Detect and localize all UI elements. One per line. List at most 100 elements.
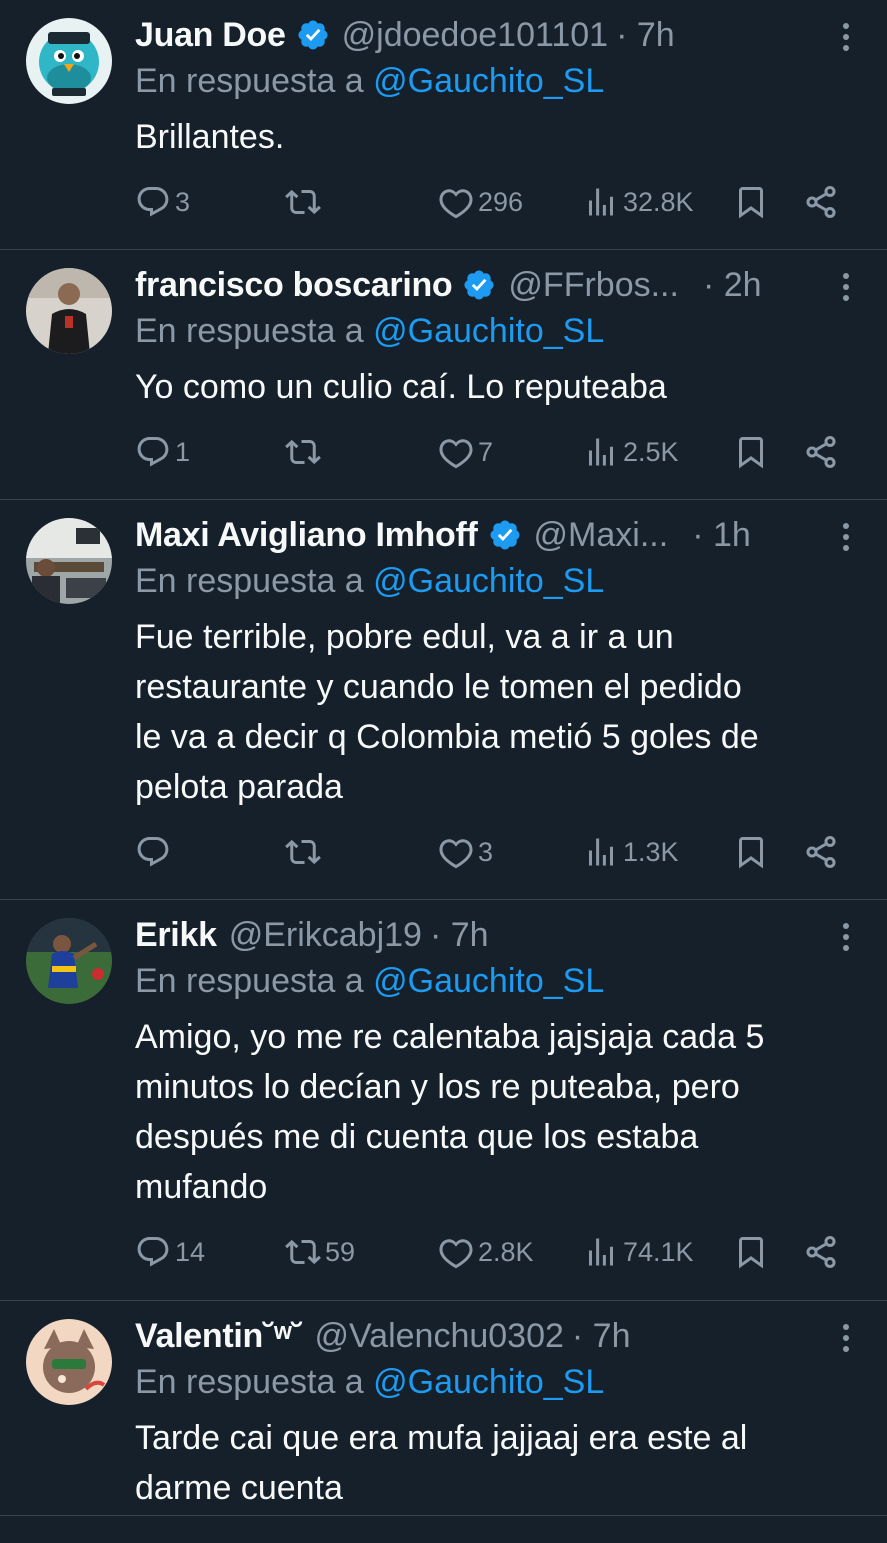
timestamp[interactable]: · 7h bbox=[430, 916, 489, 955]
reply-feed: Juan Doe @jdoedoe101101 · 7h En respuest… bbox=[0, 0, 887, 1543]
avatar[interactable] bbox=[26, 918, 112, 1004]
user-handle[interactable]: @Maxi... bbox=[534, 516, 669, 555]
retweet-count: 59 bbox=[325, 1236, 356, 1267]
reply-button[interactable]: 14 bbox=[135, 1234, 205, 1270]
views-icon bbox=[589, 188, 613, 216]
tweet-body: francisco boscarino @FFrbos... · 2h En r… bbox=[135, 262, 859, 484]
verified-badge-icon bbox=[490, 520, 520, 550]
reply-context: En respuesta a @Gauchito_SL bbox=[135, 1359, 859, 1409]
share-button[interactable] bbox=[803, 434, 839, 470]
action-bar: 14 59 2.8K 74.1K bbox=[135, 1222, 859, 1284]
user-handle[interactable]: @jdoedoe101101 bbox=[342, 16, 608, 55]
share-button[interactable] bbox=[803, 184, 839, 220]
person-avatar-icon bbox=[26, 268, 112, 354]
reply-button[interactable] bbox=[135, 834, 175, 870]
reply-icon bbox=[137, 1237, 169, 1267]
more-options-icon[interactable] bbox=[841, 922, 851, 952]
tweet[interactable]: Maxi Avigliano Imhoff @Maxi... · 1h En r… bbox=[0, 500, 887, 900]
mention-link[interactable]: @Gauchito_SL bbox=[373, 1363, 604, 1401]
tweet[interactable]: francisco boscarino @FFrbos... · 2h En r… bbox=[0, 250, 887, 500]
retweet-icon bbox=[285, 439, 321, 465]
heart-icon bbox=[439, 1239, 473, 1269]
more-options-icon[interactable] bbox=[841, 22, 851, 52]
like-count: 7 bbox=[478, 436, 494, 467]
views-button[interactable]: 1.3K bbox=[583, 834, 679, 870]
tweet-header: Erikk @Erikcabj19 · 7h bbox=[135, 912, 859, 958]
cartoon-avatar-icon bbox=[26, 1319, 112, 1405]
avatar[interactable] bbox=[26, 518, 112, 604]
like-count: 3 bbox=[478, 836, 494, 867]
bookmark-button[interactable] bbox=[733, 834, 769, 870]
reply-prefix: En respuesta a bbox=[135, 1363, 364, 1401]
more-options-icon[interactable] bbox=[841, 522, 851, 552]
retweet-button[interactable]: 59 bbox=[285, 1234, 355, 1270]
tweet-header: Maxi Avigliano Imhoff @Maxi... · 1h bbox=[135, 512, 859, 558]
view-count: 74.1K bbox=[623, 1236, 694, 1267]
timestamp[interactable]: · 1h bbox=[692, 516, 751, 555]
verified-badge-icon bbox=[298, 20, 328, 50]
tweet[interactable]: Juan Doe @jdoedoe101101 · 7h En respuest… bbox=[0, 0, 887, 250]
avatar[interactable] bbox=[26, 268, 112, 354]
timestamp[interactable]: · 7h bbox=[572, 1317, 631, 1356]
like-button[interactable]: 7 bbox=[438, 434, 493, 470]
tweet-text: Brillantes. bbox=[135, 118, 285, 156]
tweet-body: Erikk @Erikcabj19 · 7h En respuesta a @G… bbox=[135, 912, 859, 1284]
reply-button[interactable]: 1 bbox=[135, 434, 190, 470]
reply-context: En respuesta a @Gauchito_SL bbox=[135, 58, 859, 108]
retweet-button[interactable] bbox=[285, 184, 325, 220]
reply-context: En respuesta a @Gauchito_SL bbox=[135, 958, 859, 1008]
user-handle[interactable]: @FFrbos... bbox=[508, 266, 679, 305]
tweet-text: Fue terrible, pobre edul, va a ir a un r… bbox=[135, 618, 759, 806]
display-name[interactable]: francisco boscarino bbox=[135, 266, 453, 305]
reply-prefix: En respuesta a bbox=[135, 62, 364, 100]
share-icon bbox=[806, 1235, 836, 1269]
views-button[interactable]: 2.5K bbox=[583, 434, 679, 470]
views-icon bbox=[589, 838, 613, 866]
avatar[interactable] bbox=[26, 18, 112, 104]
tweet-header: francisco boscarino @FFrbos... · 2h bbox=[135, 262, 859, 308]
retweet-icon bbox=[285, 839, 321, 865]
share-button[interactable] bbox=[803, 1234, 839, 1270]
display-name[interactable]: Erikk bbox=[135, 916, 217, 955]
person-avatar-icon bbox=[26, 518, 112, 604]
bookmark-icon bbox=[739, 837, 763, 869]
reply-icon bbox=[137, 837, 169, 867]
timestamp[interactable]: · 7h bbox=[616, 16, 675, 55]
like-button[interactable]: 3 bbox=[438, 834, 493, 870]
like-button[interactable]: 296 bbox=[438, 184, 523, 220]
user-handle[interactable]: @Valenchu0302 bbox=[315, 1317, 564, 1356]
more-options-icon[interactable] bbox=[841, 272, 851, 302]
mention-link[interactable]: @Gauchito_SL bbox=[373, 962, 604, 1000]
like-count: 2.8K bbox=[478, 1236, 534, 1267]
avatar[interactable] bbox=[26, 1319, 112, 1405]
retweet-icon bbox=[285, 189, 321, 215]
bookmark-icon bbox=[739, 187, 763, 219]
tweet-text: Yo como un culio caí. Lo reputeaba bbox=[135, 368, 667, 406]
display-name[interactable]: Maxi Avigliano Imhoff bbox=[135, 516, 478, 555]
tweet[interactable]: Valentin˘ʷ˘ @Valenchu0302 · 7h En respue… bbox=[0, 1301, 887, 1516]
display-name[interactable]: Valentin˘ʷ˘ bbox=[135, 1317, 303, 1356]
reply-prefix: En respuesta a bbox=[135, 562, 364, 600]
share-button[interactable] bbox=[803, 834, 839, 870]
tweet[interactable]: Erikk @Erikcabj19 · 7h En respuesta a @G… bbox=[0, 900, 887, 1301]
views-button[interactable]: 32.8K bbox=[583, 184, 694, 220]
mention-link[interactable]: @Gauchito_SL bbox=[373, 62, 604, 100]
display-name[interactable]: Juan Doe bbox=[135, 16, 286, 55]
bookmark-button[interactable] bbox=[733, 1234, 769, 1270]
bookmark-button[interactable] bbox=[733, 184, 769, 220]
football-player-avatar-icon bbox=[26, 918, 112, 1004]
retweet-button[interactable] bbox=[285, 834, 325, 870]
mention-link[interactable]: @Gauchito_SL bbox=[373, 562, 604, 600]
timestamp[interactable]: · 2h bbox=[703, 266, 762, 305]
retweet-button[interactable] bbox=[285, 434, 325, 470]
reply-button[interactable]: 3 bbox=[135, 184, 190, 220]
more-options-icon[interactable] bbox=[841, 1323, 851, 1353]
view-count: 1.3K bbox=[623, 836, 679, 867]
views-button[interactable]: 74.1K bbox=[583, 1234, 694, 1270]
mention-link[interactable]: @Gauchito_SL bbox=[373, 312, 604, 350]
reply-icon bbox=[137, 437, 169, 467]
user-handle[interactable]: @Erikcabj19 bbox=[229, 916, 422, 955]
like-button[interactable]: 2.8K bbox=[438, 1234, 534, 1270]
action-bar: 3 296 32.8K bbox=[135, 172, 859, 234]
bookmark-button[interactable] bbox=[733, 434, 769, 470]
